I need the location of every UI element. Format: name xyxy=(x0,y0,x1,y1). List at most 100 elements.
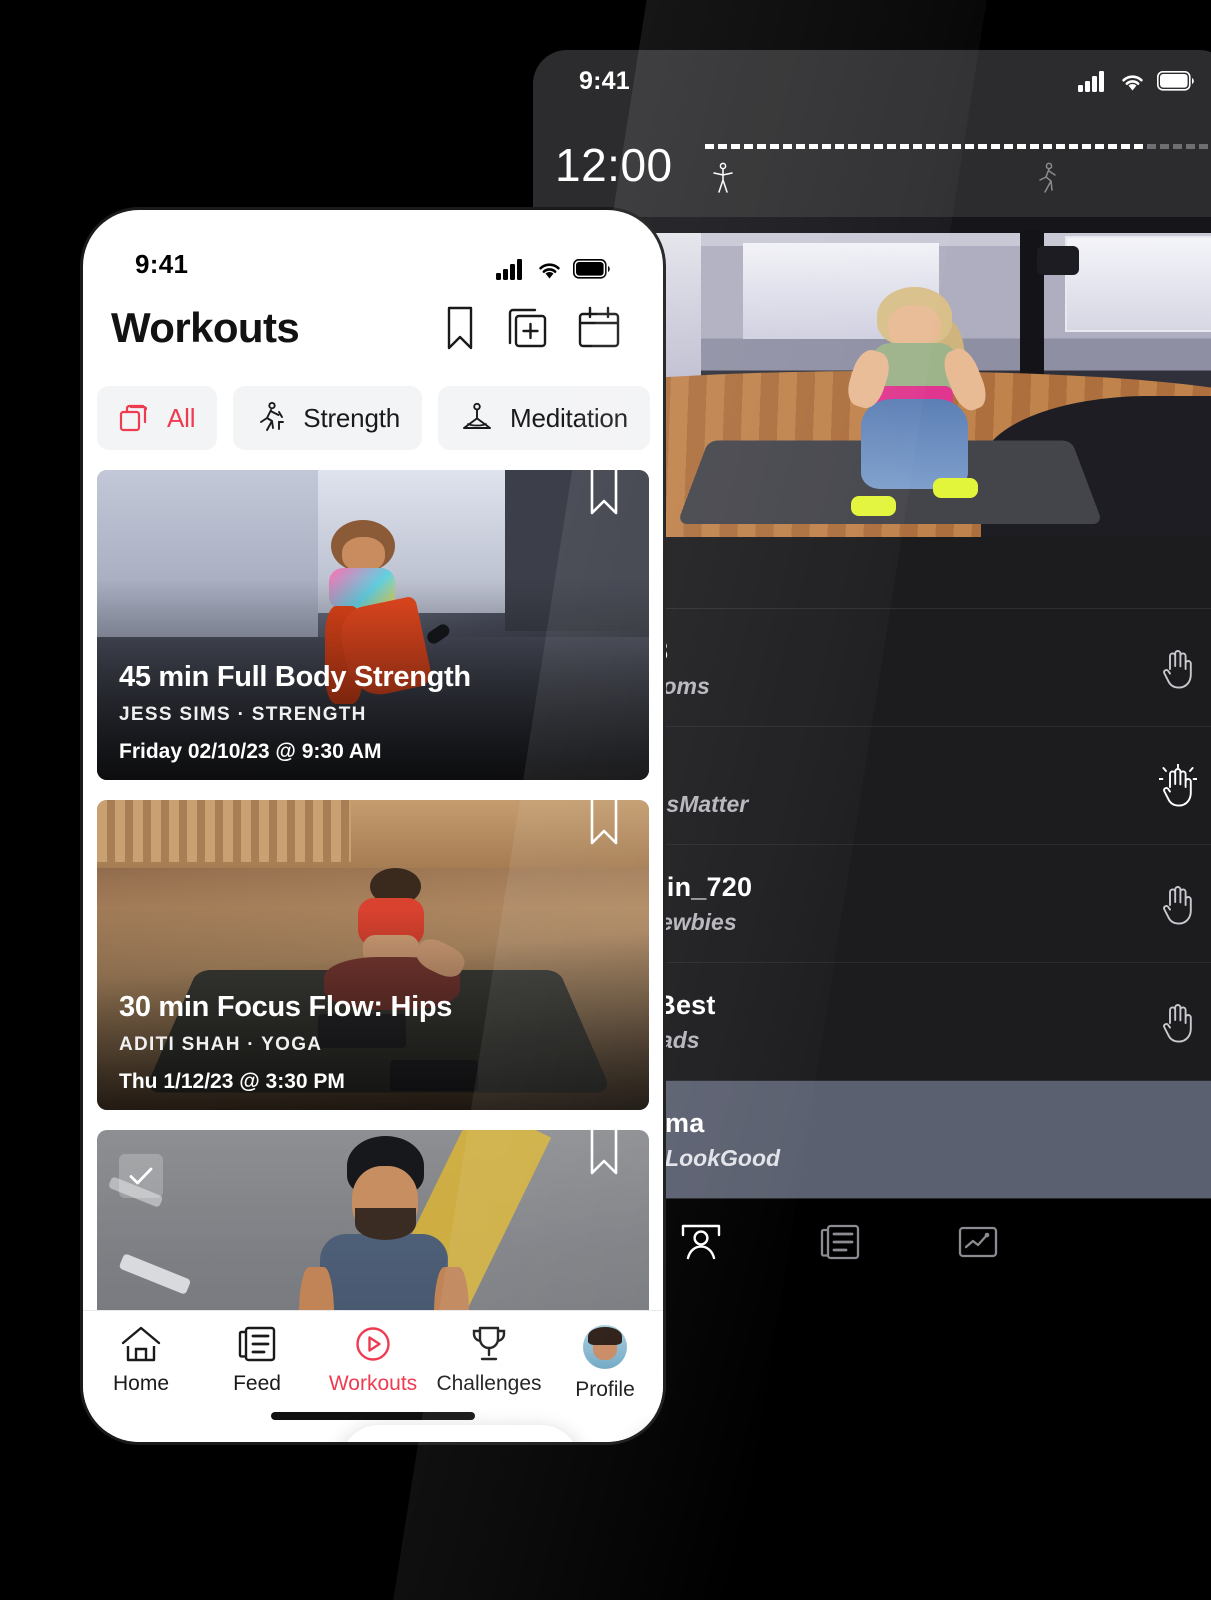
progress-dot xyxy=(1017,143,1026,149)
tablet-timer-bar: 12:00 xyxy=(533,112,1211,217)
chip-label: Strength xyxy=(303,402,400,433)
progress-dot xyxy=(809,143,818,149)
chip-strength[interactable]: Strength xyxy=(233,386,422,450)
tab-challenges[interactable]: Challenges xyxy=(431,1325,547,1396)
workout-card[interactable]: 30 min Focus Flow: Hips ADITI SHAH · YOG… xyxy=(97,800,649,1110)
page-title: Workouts xyxy=(111,304,300,351)
workout-schedule-time: Thu 1/12/23 @ 3:30 PM xyxy=(119,1070,345,1093)
stick-figure-standing-icon xyxy=(711,162,735,196)
tablet-status-bar: 9:41 xyxy=(533,50,1211,112)
high-five-hand-icon[interactable] xyxy=(1159,882,1197,926)
progress-dot xyxy=(900,143,909,149)
workout-elapsed-time: 12:00 xyxy=(555,138,673,191)
progress-dot xyxy=(1095,143,1104,149)
cellular-signal-icon xyxy=(1078,70,1108,92)
progress-dot xyxy=(848,143,857,149)
progress-dot xyxy=(887,143,896,149)
play-circle-icon xyxy=(352,1325,394,1363)
tablet-status-time: 9:41 xyxy=(579,66,630,95)
workout-progress-track[interactable] xyxy=(705,138,1211,193)
high-five-clap-icon[interactable] xyxy=(1159,763,1197,808)
category-chip-row[interactable]: All Strength Meditation xyxy=(83,362,663,470)
tab-workouts[interactable]: Workouts xyxy=(315,1325,431,1396)
strength-figure-icon xyxy=(255,401,287,435)
phone-header: Workouts xyxy=(83,288,663,362)
trophy-icon xyxy=(468,1325,510,1363)
calendar-icon[interactable] xyxy=(577,305,621,351)
progress-dot xyxy=(965,143,974,149)
progress-dot xyxy=(835,143,844,149)
progress-dot xyxy=(1134,143,1143,149)
progress-dot xyxy=(757,143,766,149)
progress-dot xyxy=(731,143,740,149)
progress-dot xyxy=(718,143,727,149)
meditation-figure-icon xyxy=(460,402,494,434)
high-five-hand-icon[interactable] xyxy=(1159,646,1197,690)
chart-trend-icon[interactable] xyxy=(957,1223,999,1261)
workout-title: 45 min Full Body Strength xyxy=(119,661,471,693)
battery-icon xyxy=(573,259,611,279)
progress-dot xyxy=(1147,143,1156,149)
high-five-hand-icon[interactable] xyxy=(1159,1000,1197,1044)
progress-dot xyxy=(991,143,1000,149)
screenshot-stage: 9:41 12:00 FeelGoodLookGood 9:41 Workout… xyxy=(0,0,1211,1600)
tab-label: Feed xyxy=(233,1372,281,1395)
phone-tab-bar[interactable]: Home Feed Workouts Challenges Profile xyxy=(83,1310,663,1442)
workout-instructor-category: ADITI SHAH · YOGA xyxy=(119,1034,323,1055)
feed-icon xyxy=(236,1325,278,1363)
bookmark-outline-icon[interactable] xyxy=(585,470,623,518)
tab-home[interactable]: Home xyxy=(83,1325,199,1396)
stick-figure-running-icon xyxy=(1035,162,1059,196)
cellular-signal-icon xyxy=(496,258,526,280)
tab-label: Home xyxy=(112,1372,170,1395)
wifi-icon xyxy=(536,259,563,280)
progress-dot xyxy=(1069,143,1078,149)
chip-label: Meditation xyxy=(509,402,628,433)
progress-dot xyxy=(770,143,779,149)
avatar xyxy=(583,1325,627,1369)
progress-dot xyxy=(861,143,870,149)
tab-label: Workouts xyxy=(328,1372,418,1395)
progress-dot xyxy=(705,143,714,149)
tab-feed[interactable]: Feed xyxy=(199,1325,315,1396)
progress-dot xyxy=(1043,143,1052,149)
workout-card-list[interactable]: 45 min Full Body Strength JESS SIMS · ST… xyxy=(83,470,663,1440)
workout-schedule-time: Friday 02/10/23 @ 9:30 AM xyxy=(119,740,382,763)
progress-dot xyxy=(913,143,922,149)
progress-dot xyxy=(1056,143,1065,149)
battery-icon xyxy=(1157,71,1195,91)
phone-device: 9:41 Workouts All Strength Meditation 45… xyxy=(83,210,663,1442)
progress-dot xyxy=(1030,143,1039,149)
tab-label: Profile xyxy=(575,1378,635,1401)
progress-dot xyxy=(926,143,935,149)
chip-all[interactable]: All xyxy=(97,386,218,450)
chip-meditation[interactable]: Meditation xyxy=(437,386,650,450)
workout-card[interactable]: 45 min Full Body Strength JESS SIMS · ST… xyxy=(97,470,649,780)
bookmark-icon[interactable] xyxy=(443,305,477,351)
workout-instructor-category: JESS SIMS · STRENGTH xyxy=(119,704,367,725)
progress-dot xyxy=(822,143,831,149)
progress-dot xyxy=(874,143,883,149)
add-stack-icon[interactable] xyxy=(505,305,549,351)
phone-status-time: 9:41 xyxy=(135,249,189,279)
stacked-cards-icon xyxy=(119,402,151,434)
instructor-figure xyxy=(842,287,992,516)
bookmark-outline-icon[interactable] xyxy=(585,1130,623,1178)
home-indicator xyxy=(271,1412,475,1420)
progress-dot xyxy=(939,143,948,149)
progress-dot xyxy=(1108,143,1117,149)
tab-profile[interactable]: Profile xyxy=(547,1325,663,1402)
wifi-icon xyxy=(1119,71,1146,92)
progress-dot xyxy=(783,143,792,149)
chip-label: All xyxy=(167,402,196,433)
progress-dot xyxy=(1082,143,1091,149)
progress-dot xyxy=(1121,143,1130,149)
progress-dot xyxy=(978,143,987,149)
person-leaderboard-icon[interactable] xyxy=(679,1222,723,1262)
news-list-icon[interactable] xyxy=(819,1223,861,1261)
filter-button[interactable]: FILTER xyxy=(340,1425,580,1442)
progress-dot xyxy=(952,143,961,149)
progress-dot xyxy=(1199,143,1208,149)
bookmark-outline-icon[interactable] xyxy=(585,800,623,848)
progress-dot xyxy=(1160,143,1169,149)
